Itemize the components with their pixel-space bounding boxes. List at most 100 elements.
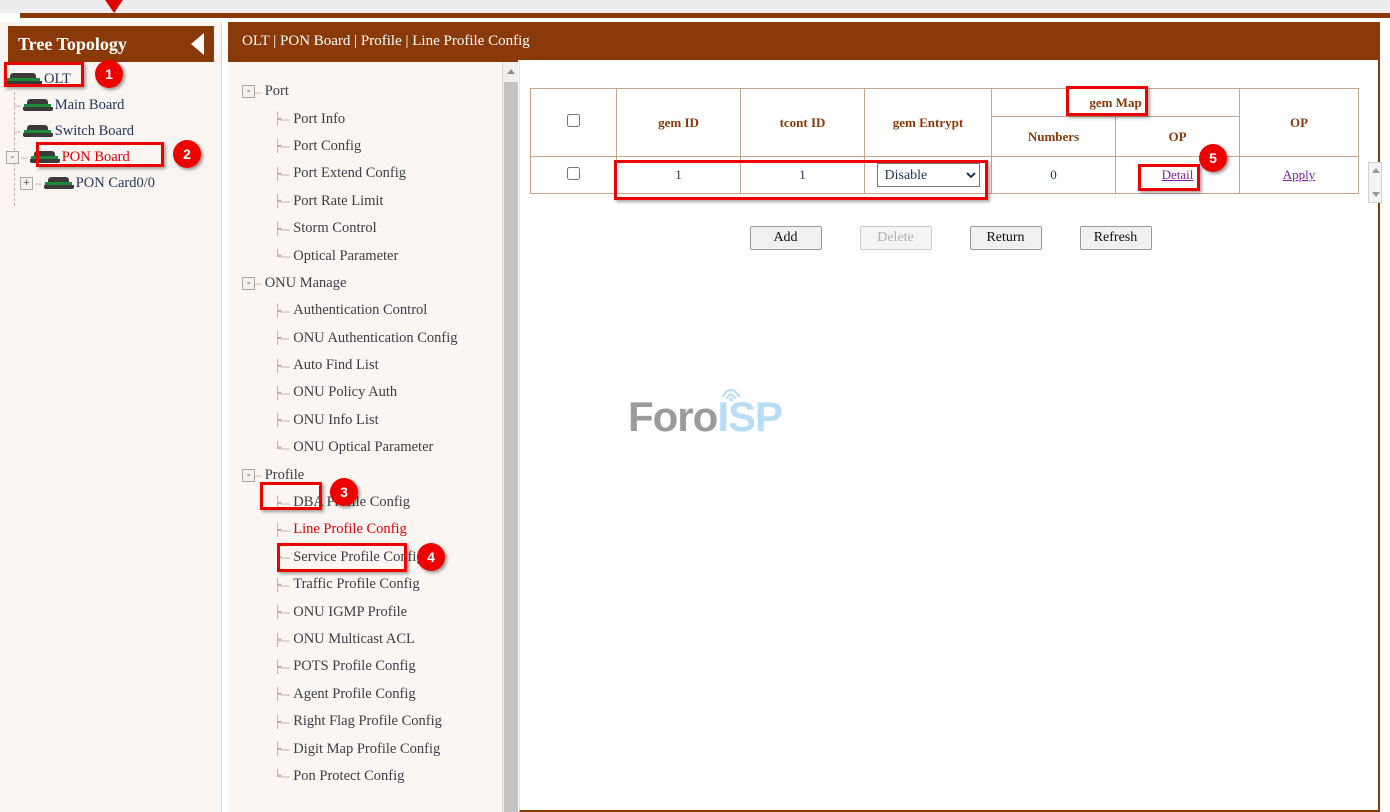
tree-expander-icon[interactable]: + (20, 177, 33, 190)
menu-item-label: Service Profile Config (293, 549, 423, 566)
row-select-cell (531, 157, 617, 194)
gem-config-table: gem ID tcont ID gem Entrypt gem Map OP N… (530, 88, 1359, 194)
collapse-left-triangle-icon[interactable] (191, 33, 204, 55)
cell-gem-entrypt: Disable Enable (865, 157, 992, 194)
return-button[interactable]: Return (970, 226, 1042, 250)
annotation-badge-4: 4 (417, 543, 445, 571)
header-gem-entrypt: gem Entrypt (865, 89, 992, 157)
tree-expander-icon[interactable]: - (242, 277, 255, 290)
menu-item-onu-optical-parameter[interactable]: ┕--- ONU Optical Parameter (228, 434, 518, 461)
scroll-up-arrow-icon[interactable] (507, 69, 515, 74)
menu-item-label: Optical Parameter (293, 248, 398, 265)
scrollbar-thumb[interactable] (504, 82, 518, 812)
menu-item-label: ONU Info List (293, 412, 378, 429)
wifi-tower-icon (715, 380, 759, 402)
menu-item-onu-multicast-acl[interactable]: ┝--- ONU Multicast ACL (228, 626, 518, 653)
tree-expander-icon[interactable]: - (6, 151, 19, 164)
tree-item-label: PON Board (62, 149, 130, 166)
tree-item-label: PON Card0/0 (76, 175, 155, 192)
annotation-badge-2: 2 (173, 140, 201, 168)
menu-item-authentication-control[interactable]: ┝--- Authentication Control (228, 297, 518, 324)
menu-item-optical-parameter[interactable]: ┕--- Optical Parameter (228, 242, 518, 269)
header-tcont-id: tcont ID (741, 89, 865, 157)
menu-item-agent-profile-config[interactable]: ┝--- Agent Profile Config (228, 681, 518, 708)
sidebar-header: Tree Topology (8, 26, 214, 62)
content-panel: gem ID tcont ID gem Entrypt gem Map OP N… (519, 60, 1380, 812)
annotation-badge-3: 3 (330, 478, 358, 506)
menu-item-port-config[interactable]: ┝--- Port Config (228, 133, 518, 160)
menu-item-label: Digit Map Profile Config (293, 741, 440, 758)
form-button-row: Add Delete Return Refresh (520, 226, 1381, 250)
menu-item-port-info[interactable]: ┝--- Port Info (228, 105, 518, 132)
menu-group-profile[interactable]: - – Profile (228, 461, 518, 488)
menu-item-service-profile-config[interactable]: ┝--- Service Profile Config (228, 544, 518, 571)
menu-item-label: Port Config (293, 138, 361, 155)
header-gem-id: gem ID (617, 89, 741, 157)
menu-item-auto-find-list[interactable]: ┝--- Auto Find List (228, 352, 518, 379)
apply-link[interactable]: Apply (1283, 167, 1316, 182)
menu-item-pon-protect-config[interactable]: ┕--- Pon Protect Config (228, 763, 518, 790)
menu-item-onu-authentication-config[interactable]: ┝--- ONU Authentication Config (228, 325, 518, 352)
menu-item-label: Pon Protect Config (293, 768, 404, 785)
line-profile-table-wrapper: gem ID tcont ID gem Entrypt gem Map OP N… (530, 88, 1370, 194)
menu-item-digit-map-profile-config[interactable]: ┝--- Digit Map Profile Config (228, 735, 518, 762)
device-icon (23, 99, 53, 112)
menu-panel-scrollbar[interactable] (502, 62, 518, 812)
page-title: Tree Topology (18, 34, 191, 55)
menu-item-port-rate-limit[interactable]: ┝--- Port Rate Limit (228, 188, 518, 215)
menu-item-label: POTS Profile Config (293, 658, 415, 675)
menu-item-label: Port Extend Config (293, 165, 406, 182)
tree-item-label: OLT (44, 71, 71, 88)
menu-item-storm-control[interactable]: ┝--- Storm Control (228, 215, 518, 242)
menu-item-traffic-profile-config[interactable]: ┝--- Traffic Profile Config (228, 571, 518, 598)
table-vertical-scrollbar[interactable] (1368, 162, 1382, 203)
row-checkbox[interactable] (567, 167, 580, 180)
tree-item-pon-card[interactable]: + – PON Card0/0 (0, 170, 222, 196)
gem-entrypt-select[interactable]: Disable Enable (877, 163, 980, 187)
header-gem-map-numbers: Numbers (992, 117, 1116, 157)
menu-item-label: ONU Policy Auth (293, 384, 397, 401)
refresh-button[interactable]: Refresh (1080, 226, 1152, 250)
scroll-up-arrow-icon[interactable] (1372, 168, 1380, 173)
menu-item-label: Authentication Control (293, 302, 427, 319)
menu-item-label: Agent Profile Config (293, 686, 415, 703)
cell-op: Apply (1240, 157, 1359, 194)
device-icon (4, 73, 42, 86)
menu-item-onu-igmp-profile[interactable]: ┝--- ONU IGMP Profile (228, 598, 518, 625)
feature-menu-panel: - – Port ┝--- Port Info ┝--- Port Config… (228, 60, 518, 812)
menu-group-port[interactable]: - – Port (228, 78, 518, 105)
add-button[interactable]: Add (750, 226, 822, 250)
menu-item-label: Line Profile Config (293, 521, 407, 538)
device-icon (44, 177, 74, 190)
cell-tcont-id: 1 (741, 157, 865, 194)
menu-item-label: Auto Find List (293, 357, 378, 374)
tree-item-label: Switch Board (55, 123, 134, 140)
breadcrumb: OLT | PON Board | Profile | Line Profile… (242, 33, 530, 50)
menu-item-onu-info-list[interactable]: ┝--- ONU Info List (228, 407, 518, 434)
annotation-badge-1: 1 (95, 60, 123, 88)
cell-gem-id: 1 (617, 157, 741, 194)
detail-link[interactable]: Detail (1162, 167, 1194, 182)
tree-expander-icon[interactable]: - (242, 469, 255, 482)
table-row: 1 1 Disable Enable 0 Detail (531, 157, 1359, 194)
menu-item-port-extend-config[interactable]: ┝--- Port Extend Config (228, 160, 518, 187)
menu-item-dba-profile-config[interactable]: ┝--- DBA Profile Config (228, 489, 518, 516)
menu-item-right-flag-profile-config[interactable]: ┝--- Right Flag Profile Config (228, 708, 518, 735)
menu-item-label: Port Rate Limit (293, 193, 383, 210)
tree-item-label: Main Board (55, 97, 125, 114)
select-all-checkbox[interactable] (567, 114, 580, 127)
feature-menu-list: - – Port ┝--- Port Info ┝--- Port Config… (228, 62, 518, 790)
menu-item-label: ONU Optical Parameter (293, 439, 433, 456)
menu-group-onu-manage[interactable]: - – ONU Manage (228, 270, 518, 297)
tree-expander-icon[interactable]: - (242, 85, 255, 98)
red-pointer-arrow-icon (101, 0, 127, 13)
annotation-badge-5: 5 (1199, 144, 1227, 172)
menu-item-line-profile-config[interactable]: ┝--- Line Profile Config (228, 516, 518, 543)
watermark-text-foro: Foro (628, 396, 717, 438)
tree-item-main-board[interactable]: – Main Board (0, 92, 222, 118)
menu-item-pots-profile-config[interactable]: ┝--- POTS Profile Config (228, 653, 518, 680)
menu-item-label: Port (265, 83, 289, 100)
scroll-down-arrow-icon[interactable] (1372, 192, 1380, 197)
delete-button: Delete (860, 226, 932, 250)
menu-item-onu-policy-auth[interactable]: ┝--- ONU Policy Auth (228, 379, 518, 406)
